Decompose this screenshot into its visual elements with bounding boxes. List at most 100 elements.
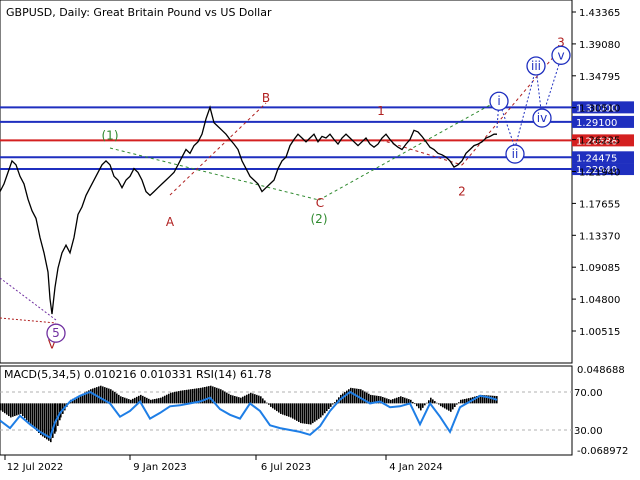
macd-bar: [252, 393, 254, 404]
macd-bar: [370, 394, 372, 404]
macd-bar: [452, 403, 454, 410]
y-tick-label: 1.43365: [579, 8, 620, 19]
macd-bar: [18, 403, 20, 415]
macd-bar: [12, 403, 14, 417]
wave-label: B: [262, 91, 270, 105]
macd-bar: [280, 403, 282, 414]
macd-bar: [406, 398, 408, 404]
macd-bar: [130, 399, 132, 404]
price-panel: [0, 0, 573, 364]
x-tick-label: 4 Jan 2024: [389, 462, 443, 473]
macd-bar: [206, 386, 208, 404]
macd-bar: [462, 399, 464, 404]
macd-bar: [248, 393, 250, 404]
macd-bar: [30, 403, 32, 425]
macd-bar: [424, 403, 426, 406]
wave-label: A: [166, 215, 175, 229]
macd-bar: [182, 390, 184, 404]
macd-bar: [164, 395, 166, 404]
macd-bar: [420, 403, 422, 411]
macd-bar: [322, 403, 324, 416]
macd-bar: [116, 393, 118, 404]
macd-bar: [216, 387, 218, 404]
macd-bar: [184, 390, 186, 404]
macd-bar: [298, 403, 300, 422]
macd-bar: [262, 398, 264, 404]
macd-bar: [302, 403, 304, 424]
macd-bar: [460, 399, 462, 404]
macd-bar: [386, 398, 388, 404]
macd-bar: [230, 394, 232, 404]
macd-bar: [236, 396, 238, 404]
macd-bar: [188, 389, 190, 404]
macd-bar: [446, 403, 448, 410]
macd-bar: [144, 396, 146, 404]
macd-bar: [400, 396, 402, 404]
macd-bar: [118, 394, 120, 404]
x-tick-label: 6 Jul 2023: [261, 462, 311, 473]
macd-bar: [418, 403, 420, 409]
macd-bar: [444, 403, 446, 409]
macd-bar: [306, 403, 308, 424]
macd-bar: [318, 403, 320, 419]
x-tick-label: 12 Jul 2022: [7, 462, 64, 473]
y-tick-label: 1.09085: [579, 263, 620, 274]
macd-bar: [132, 398, 134, 404]
macd-bar: [16, 403, 18, 416]
macd-bar: [450, 403, 452, 412]
macd-bar: [234, 396, 236, 404]
macd-bar: [412, 401, 414, 404]
macd-bar: [224, 391, 226, 404]
macd-bar: [314, 403, 316, 422]
wave-label: 5: [52, 326, 60, 340]
macd-bar: [166, 394, 168, 404]
macd-bar: [170, 392, 172, 404]
macd-bar: [396, 397, 398, 404]
macd-bar: [48, 403, 50, 441]
price-y-axis: 1.43365 1.39080 1.34795 1.30510 1.26225 1.219…: [572, 8, 620, 338]
macd-bar: [100, 385, 102, 404]
macd-bar: [416, 403, 418, 407]
macd-bar: [284, 403, 286, 416]
macd-bar: [20, 403, 22, 414]
macd-bar: [192, 388, 194, 404]
macd-bar: [108, 388, 110, 404]
macd-bar: [220, 389, 222, 404]
macd-bar: [232, 395, 234, 404]
macd-bar: [154, 398, 156, 404]
macd-bar: [222, 390, 224, 404]
macd-bar: [174, 391, 176, 404]
y-tick-label: 1.30510: [579, 104, 620, 115]
macd-bar: [304, 403, 306, 424]
macd-bar: [276, 403, 278, 412]
macd-bar: [268, 403, 270, 405]
macd-bar: [158, 398, 160, 404]
macd-bar: [110, 389, 112, 404]
macd-bar: [402, 396, 404, 404]
macd-bar: [128, 399, 130, 404]
macd-bar: [440, 403, 442, 407]
macd-bar: [362, 390, 364, 404]
wave-label: C: [316, 196, 324, 210]
macd-bar: [102, 386, 104, 404]
macd-bar: [10, 403, 12, 418]
y-tick-label: 1.17655: [579, 199, 620, 210]
macd-bar: [194, 388, 196, 404]
macd-bar: [176, 391, 178, 404]
macd-bar: [392, 399, 394, 404]
wave-label: v: [557, 48, 564, 62]
macd-bar: [350, 387, 352, 404]
macd-bar: [134, 397, 136, 404]
macd-bar: [310, 403, 312, 425]
macd-bar: [42, 403, 44, 437]
macd-bar: [422, 403, 424, 408]
macd-bar: [346, 390, 348, 404]
macd-bar: [242, 396, 244, 404]
macd-bar: [260, 396, 262, 404]
macd-bar: [384, 397, 386, 404]
wave-label: 1: [377, 104, 385, 118]
indicator-title: MACD(5,34,5) 0.010216 0.010331 RSI(14) 6…: [4, 368, 271, 381]
macd-bar: [300, 403, 302, 424]
macd-bar: [394, 398, 396, 404]
macd-bar: [316, 403, 318, 421]
